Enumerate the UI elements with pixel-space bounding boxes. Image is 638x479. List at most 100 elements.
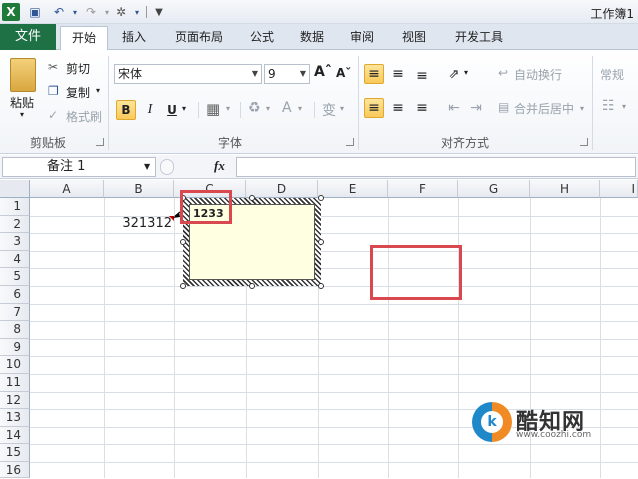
cut-button[interactable]: 剪切 (66, 60, 90, 77)
formula-input[interactable] (236, 157, 636, 177)
alignment-launcher-icon[interactable] (580, 138, 588, 146)
row-header-1[interactable]: 1 (0, 198, 30, 216)
align-left-icon[interactable]: ≡ (364, 98, 384, 118)
copy-button[interactable]: 复制 (66, 84, 90, 101)
format-painter-button[interactable]: 格式刷 (66, 108, 102, 125)
tab-home[interactable]: 开始 (60, 26, 108, 50)
row-header-14[interactable]: 14 (0, 426, 30, 445)
row-header-13[interactable]: 13 (0, 409, 30, 427)
borders-dropdown-icon[interactable]: ▾ (226, 104, 230, 113)
tab-file[interactable]: 文件 (0, 24, 56, 50)
wrap-text-button[interactable]: 自动换行 (514, 66, 562, 83)
shrink-font-icon[interactable]: Aˇ (336, 66, 351, 80)
copy-dropdown-icon[interactable]: ▾ (96, 86, 100, 95)
resize-handle-top-right[interactable] (318, 195, 324, 201)
decrease-indent-icon[interactable]: ⇤ (444, 98, 464, 118)
gridline (30, 268, 638, 270)
resize-handle-top[interactable] (249, 195, 255, 201)
align-top-icon[interactable]: ≡ (364, 64, 384, 84)
column-header-d[interactable]: D (246, 180, 318, 198)
column-header-g[interactable]: G (458, 180, 530, 198)
row-header-10[interactable]: 10 (0, 356, 30, 374)
align-bottom-icon[interactable]: ≡ (412, 66, 432, 86)
name-box-dropdown-icon[interactable]: ▼ (144, 162, 150, 171)
increase-indent-icon[interactable]: ⇥ (466, 98, 486, 118)
excel-logo-icon[interactable]: X (2, 3, 20, 21)
resize-handle-bottom-left[interactable] (180, 283, 186, 289)
insert-function-icon[interactable]: fx (214, 158, 225, 174)
font-launcher-icon[interactable] (346, 138, 354, 146)
paste-dropdown-icon[interactable]: ▾ (20, 110, 24, 119)
phonetic-icon[interactable]: 变 (322, 100, 336, 120)
column-header-f[interactable]: F (388, 180, 458, 198)
fill-color-icon[interactable]: ♻ (248, 100, 261, 116)
save-icon[interactable]: ▣ (26, 3, 44, 21)
tab-view[interactable]: 视图 (394, 26, 434, 50)
customize-qat-icon[interactable]: ▼ (150, 3, 168, 21)
gridline (30, 391, 638, 393)
clipboard-launcher-icon[interactable] (96, 138, 104, 146)
tab-data[interactable]: 数据 (292, 26, 332, 50)
column-header-h[interactable]: H (530, 180, 600, 198)
align-center-icon[interactable]: ≡ (388, 98, 408, 118)
column-header-e[interactable]: E (318, 180, 388, 198)
resize-handle-left[interactable] (180, 239, 186, 245)
italic-button[interactable]: I (140, 100, 160, 120)
resize-handle-bottom-right[interactable] (318, 283, 324, 289)
cell-b2[interactable]: 321312 (104, 216, 172, 231)
merge-center-button[interactable]: 合并后居中 (514, 100, 574, 117)
tab-page-layout[interactable]: 页面布局 (166, 26, 232, 50)
tab-formulas[interactable]: 公式 (242, 26, 282, 50)
name-box[interactable]: 备注 1 (2, 157, 156, 177)
resize-handle-right[interactable] (318, 239, 324, 245)
row-header-12[interactable]: 12 (0, 391, 30, 410)
row-header-7[interactable]: 7 (0, 303, 30, 322)
row-header-11[interactable]: 11 (0, 374, 30, 392)
row-header-6[interactable]: 6 (0, 286, 30, 304)
column-header-b[interactable]: B (104, 180, 174, 198)
underline-dropdown-icon[interactable]: ▾ (182, 104, 186, 113)
tools-dropdown-icon[interactable]: ▾ (128, 3, 146, 21)
font-color-dropdown-icon[interactable]: ▾ (298, 104, 302, 113)
orientation-icon[interactable]: ⇗ (444, 64, 464, 84)
row-header-2[interactable]: 2 (0, 215, 30, 234)
row-header-5[interactable]: 5 (0, 268, 30, 286)
column-header-i[interactable]: I (600, 180, 638, 198)
currency-icon[interactable]: ☷ (602, 98, 615, 114)
align-right-icon[interactable]: ≡ (412, 98, 432, 118)
underline-button[interactable]: U (162, 100, 182, 120)
currency-dropdown-icon[interactable]: ▾ (622, 102, 626, 111)
tab-developer[interactable]: 开发工具 (446, 26, 512, 50)
orientation-dropdown-icon[interactable]: ▾ (464, 68, 468, 77)
resize-handle-bottom[interactable] (249, 283, 255, 289)
paste-clipboard-icon[interactable] (10, 58, 36, 92)
row-header-16[interactable]: 16 (0, 462, 30, 478)
row-header-4[interactable]: 4 (0, 250, 30, 269)
font-color-icon[interactable]: A (282, 100, 292, 116)
column-header-a[interactable]: A (30, 180, 104, 198)
fill-color-dropdown-icon[interactable]: ▾ (266, 104, 270, 113)
select-all-corner[interactable] (0, 180, 30, 198)
phonetic-dropdown-icon[interactable]: ▾ (340, 104, 344, 113)
tab-review[interactable]: 审阅 (342, 26, 382, 50)
qat-separator (146, 6, 147, 18)
row-header-9[interactable]: 9 (0, 338, 30, 357)
gridline (30, 374, 638, 375)
group-label-clipboard: 剪贴板 (29, 136, 66, 150)
merge-dropdown-icon[interactable]: ▾ (580, 104, 584, 113)
font-name-combo[interactable]: 宋体 ▼ (114, 64, 262, 84)
gridline (30, 338, 638, 340)
number-format-combo[interactable]: 常规 (600, 66, 624, 83)
grow-font-icon[interactable]: Aˆ (314, 64, 332, 80)
align-middle-icon[interactable]: ≡ (388, 64, 408, 84)
gridline (30, 321, 638, 323)
font-size-combo[interactable]: 9 ▼ (264, 64, 310, 84)
borders-icon[interactable]: ▦ (206, 100, 220, 118)
row-header-15[interactable]: 15 (0, 444, 30, 462)
paste-button[interactable]: 粘贴 (10, 94, 34, 111)
row-header-3[interactable]: 3 (0, 233, 30, 251)
row-header-8[interactable]: 8 (0, 321, 30, 339)
formula-bar-resize-handle[interactable] (160, 159, 174, 175)
bold-button[interactable]: B (116, 100, 136, 120)
tab-insert[interactable]: 插入 (114, 26, 154, 50)
